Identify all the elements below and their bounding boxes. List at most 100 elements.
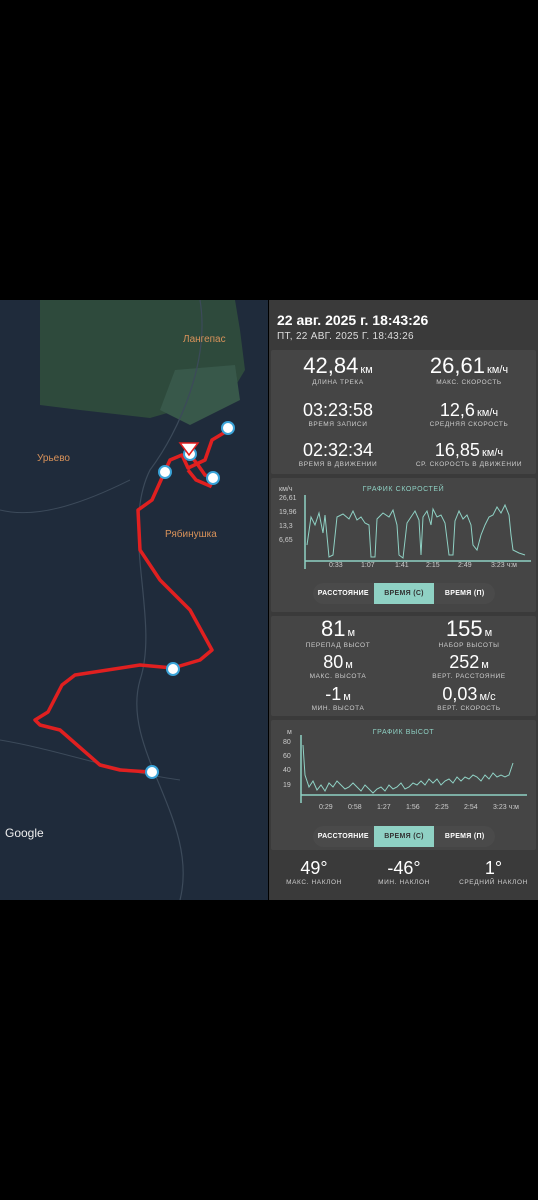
place-urievo: Урьево [37, 453, 70, 464]
length-label: ДЛИНА ТРЕКА [312, 379, 364, 386]
min-elev-unit: м [343, 691, 351, 703]
waypoint-icon[interactable] [158, 465, 172, 479]
distance-button[interactable]: РАССТОЯНИЕ [313, 583, 374, 604]
speed-x-tick: 2:15 [426, 562, 440, 569]
avg-speed-value: 12,6 [439, 400, 475, 420]
waypoint-icon[interactable] [166, 662, 180, 676]
avg-move-speed-unit: км/ч [481, 447, 504, 459]
min-slope-value: -46° [387, 858, 421, 878]
stat-max-speed: 26,61 км/ч МАКС. СКОРОСТЬ [404, 353, 534, 386]
elev-y-unit: м [287, 729, 292, 736]
elev-diff-value: 81 [320, 616, 346, 641]
place-ryabinushka: Рябинушка [165, 529, 217, 540]
max-speed-label: МАКС. СКОРОСТЬ [436, 379, 502, 386]
max-elev-value: 80 [323, 652, 344, 672]
speed-x-tick: 1:07 [361, 562, 375, 569]
avg-speed-label: СРЕДНЯЯ СКОРОСТЬ [429, 421, 509, 428]
max-elev-label: МАКС. ВЫСОТА [309, 673, 367, 680]
track-subtitle: ПТ, 22 АВГ. 2025 Г. 18:43:26 [277, 331, 414, 342]
stat-avg-slope: 1° СРЕДНИЙ НАКЛОН [449, 858, 538, 886]
move-time-label: ВРЕМЯ В ДВИЖЕНИИ [298, 461, 378, 468]
elev-x-tick: 2:54 [464, 804, 478, 811]
road-2 [0, 479, 131, 514]
elev-y-tick: 19 [283, 782, 291, 789]
track-title: 22 авг. 2025 г. 18:43:26 [277, 312, 429, 328]
speed-chart-card: ГРАФИК СКОРОСТЕЙ км/ч 26,61 19,96 13,3 6… [271, 478, 536, 612]
speed-y-tick: 6,65 [279, 537, 293, 544]
track-line [33, 426, 233, 774]
speed-x-tick: 1:41 [395, 562, 409, 569]
move-time-value: 02:32:34 [302, 440, 374, 460]
distance-button[interactable]: РАССТОЯНИЕ [313, 826, 374, 847]
max-elev-unit: м [345, 659, 353, 671]
speed-x-tick: 0:33 [329, 562, 343, 569]
waypoint-icon[interactable] [145, 765, 159, 779]
avg-move-speed-value: 16,85 [434, 440, 480, 460]
min-slope-label: МИН. НАКЛОН [378, 879, 430, 886]
stats-card-1: 42,84 км ДЛИНА ТРЕКА 26,61 км/ч МАКС. СКОР… [271, 350, 536, 474]
time-p-button[interactable]: ВРЕМЯ (П) [434, 583, 495, 604]
elev-diff-unit: м [347, 627, 356, 639]
vert-speed-value: 0,03 [442, 684, 478, 704]
stat-avg-move-speed: 16,85 км/ч СР. СКОРОСТЬ В ДВИЖЕНИИ [404, 440, 534, 468]
elev-y-tick: 40 [283, 767, 291, 774]
elev-chart-card: ГРАФИК ВЫСОТ м 80 60 40 19 0:29 0:58 1:2… [271, 720, 536, 850]
speed-axis-toggle: РАССТОЯНИЕ ВРЕМЯ (С) ВРЕМЯ (П) [313, 583, 495, 604]
map-view[interactable]: Лангепас Урьево Рябинушка Google [0, 300, 268, 900]
elev-diff-label: ПЕРЕПАД ВЫСОТ [305, 642, 371, 649]
stat-climb: 155 м НАБОР ВЫСОТЫ [404, 616, 534, 649]
stat-avg-speed: 12,6 км/ч СРЕДНЯЯ СКОРОСТЬ [404, 400, 534, 428]
google-logo: Google [5, 826, 44, 840]
speed-y-tick: 26,61 [279, 495, 297, 502]
stat-vert-dist: 252 м ВЕРТ. РАССТОЯНИЕ [404, 652, 534, 680]
vert-speed-unit: м/с [479, 691, 496, 703]
elev-x-tick: 0:29 [319, 804, 333, 811]
elev-x-tick: 0:58 [348, 804, 362, 811]
avg-speed-unit: км/ч [476, 407, 499, 419]
speed-x-tick: 2:49 [458, 562, 472, 569]
place-langepas: Лангепас [183, 334, 226, 345]
speed-chart-title: ГРАФИК СКОРОСТЕЙ [362, 486, 445, 493]
climb-unit: м [484, 627, 493, 639]
climb-label: НАБОР ВЫСОТЫ [438, 642, 500, 649]
stats-card-2: 81 м ПЕРЕПАД ВЫСОТ 155 м НАБОР ВЫСОТЫ 80 м … [271, 616, 536, 716]
max-speed-value: 26,61 [429, 353, 485, 378]
max-speed-unit: км/ч [486, 364, 509, 376]
speed-x-tick: 3:23 ч:м [491, 562, 517, 569]
elev-x-tick: 3:23 ч:м [493, 804, 519, 811]
min-elev-label: МИН. ВЫСОТА [311, 705, 365, 712]
time-c-button[interactable]: ВРЕМЯ (С) [373, 826, 435, 847]
elev-chart-plot [300, 735, 527, 803]
speed-chart-plot [304, 495, 531, 569]
stat-rec-time: 03:23:58 ВРЕМЯ ЗАПИСИ [273, 400, 403, 428]
climb-value: 155 [445, 616, 483, 641]
vert-dist-label: ВЕРТ. РАССТОЯНИЕ [432, 673, 506, 680]
rec-time-value: 03:23:58 [302, 400, 374, 420]
elev-axis-toggle: РАССТОЯНИЕ ВРЕМЯ (С) ВРЕМЯ (П) [313, 826, 495, 847]
elev-y-tick: 80 [283, 739, 291, 746]
elev-y-tick: 60 [283, 753, 291, 760]
time-p-button[interactable]: ВРЕМЯ (П) [434, 826, 495, 847]
stat-max-slope: 49° МАКС. НАКЛОН [269, 858, 359, 886]
avg-move-speed-label: СР. СКОРОСТЬ В ДВИЖЕНИИ [415, 461, 523, 468]
map-canvas [0, 300, 245, 900]
elev-x-tick: 1:56 [406, 804, 420, 811]
min-elev-value: -1 [325, 684, 342, 704]
waypoint-icon[interactable] [221, 421, 235, 435]
vert-dist-unit: м [481, 659, 489, 671]
waypoint-icon[interactable] [206, 471, 220, 485]
stat-min-elev: -1 м МИН. ВЫСОТА [273, 684, 403, 712]
rec-time-label: ВРЕМЯ ЗАПИСИ [308, 421, 368, 428]
time-c-button[interactable]: ВРЕМЯ (С) [373, 583, 435, 604]
speed-y-tick: 13,3 [279, 523, 293, 530]
stat-vert-speed: 0,03 м/с ВЕРТ. СКОРОСТЬ [404, 684, 534, 712]
stat-min-slope: -46° МИН. НАКЛОН [359, 858, 449, 886]
elev-x-tick: 2:25 [435, 804, 449, 811]
avg-slope-value: 1° [484, 858, 503, 878]
length-value: 42,84 [303, 353, 359, 378]
stat-length: 42,84 км ДЛИНА ТРЕКА [273, 353, 403, 386]
waypoint-markers[interactable] [145, 421, 235, 779]
stat-elev-diff: 81 м ПЕРЕПАД ВЫСОТ [273, 616, 403, 649]
elev-x-tick: 1:27 [377, 804, 391, 811]
stats-panel: 22 авг. 2025 г. 18:43:26 ПТ, 22 АВГ. 202… [269, 300, 538, 900]
